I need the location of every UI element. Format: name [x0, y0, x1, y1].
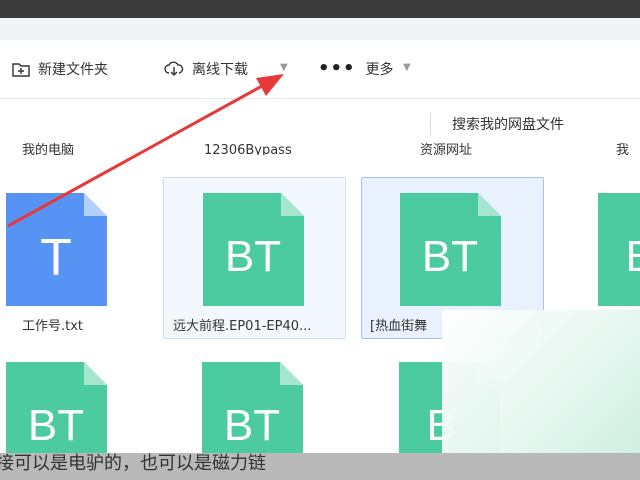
- file-label-cut[interactable]: 12306Bypass: [204, 143, 292, 155]
- caption-text: 接可以是电驴的，也可以是磁力链: [0, 453, 266, 474]
- bt-file-icon: BT: [6, 362, 107, 453]
- file-item-bt[interactable]: BT: [163, 353, 344, 453]
- window-top-bar: [0, 0, 640, 18]
- new-folder-button[interactable]: 新建文件夹: [12, 58, 108, 80]
- more-dots-icon: •••: [318, 58, 356, 79]
- file-name-label: 工作号.txt: [22, 319, 84, 334]
- file-label-cut[interactable]: 我的电脑: [22, 143, 74, 155]
- bt-file-icon: B: [598, 193, 640, 306]
- svg-text:BT: BT: [422, 232, 478, 281]
- offline-download-dropdown-icon[interactable]: ▼: [280, 62, 288, 73]
- cloud-download-icon: [164, 61, 184, 76]
- file-item-bt[interactable]: BT 远大前程.EP01-EP40...: [163, 177, 346, 339]
- toolbar: 新建文件夹 离线下载 ▼ ••• 更多 ▼: [0, 40, 640, 99]
- svg-text:BT: BT: [225, 232, 281, 281]
- search-bar: 搜索我的网盘文件: [0, 99, 640, 143]
- more-button[interactable]: ••• 更多: [318, 58, 394, 80]
- new-folder-icon: [12, 63, 30, 77]
- file-name-label: [热血街舞: [370, 319, 428, 334]
- file-name-label: 远大前程.EP01-EP40...: [173, 319, 312, 334]
- more-dropdown-icon[interactable]: ▼: [403, 62, 411, 73]
- search-input[interactable]: 搜索我的网盘文件: [452, 114, 564, 134]
- caption-bar: 接可以是电驴的，也可以是磁力链: [0, 453, 640, 480]
- new-folder-label: 新建文件夹: [38, 62, 108, 78]
- svg-text:T: T: [40, 229, 72, 287]
- file-label-cut[interactable]: 资源网址: [420, 143, 472, 155]
- top-spacer: [0, 18, 640, 40]
- file-item-txt[interactable]: T 工作号.txt: [0, 178, 120, 338]
- svg-text:BT: BT: [224, 401, 280, 450]
- bt-file-icon: BT: [202, 362, 303, 453]
- file-item-bt[interactable]: BT: [0, 353, 120, 453]
- offline-download-label: 离线下载: [192, 62, 248, 78]
- file-label-cut[interactable]: 我: [616, 143, 629, 155]
- search-divider: [430, 113, 431, 135]
- svg-text:BT: BT: [28, 401, 84, 450]
- blurred-overlay: [442, 310, 640, 453]
- svg-text:B: B: [625, 232, 640, 281]
- bt-file-icon: BT: [203, 193, 304, 306]
- offline-download-button[interactable]: 离线下载: [164, 58, 248, 80]
- txt-file-icon: T: [6, 193, 107, 306]
- more-label: 更多: [365, 62, 394, 78]
- bt-file-icon: BT: [400, 193, 501, 306]
